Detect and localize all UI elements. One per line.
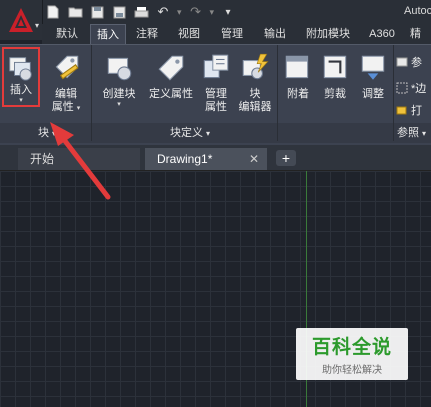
new-drawing-tab-button[interactable]: + — [276, 150, 296, 166]
tab-default[interactable]: 默认 — [42, 24, 92, 44]
watermark-subtitle: 助你轻松解决 — [322, 365, 382, 376]
manage-attributes-button[interactable]: 管理 属性 — [199, 45, 233, 119]
define-attribute-button[interactable]: 定义属性 — [146, 45, 196, 119]
save-as-icon[interactable] — [110, 3, 128, 21]
panel-title-reference[interactable]: 参照 ▾ — [392, 125, 431, 141]
define-attribute-label: 定义属性 — [149, 88, 193, 100]
create-block-label: 创建块 — [102, 88, 136, 100]
undo-dropdown-icon[interactable]: ▾ — [176, 7, 183, 18]
edit-attribute-icon — [55, 55, 79, 80]
insert-label: 插入 — [10, 84, 32, 96]
app-title: Autoc — [404, 5, 431, 17]
panel-separator — [277, 45, 278, 141]
adjust-icon — [361, 55, 385, 80]
adjust-label: 调整 — [362, 88, 384, 100]
redo-icon[interactable]: ↷ — [187, 3, 205, 21]
tab-drawing1[interactable]: Drawing1* ✕ — [145, 148, 267, 170]
attach-icon — [285, 55, 309, 79]
create-block-dropdown-icon: ▾ — [117, 101, 121, 108]
save-icon[interactable] — [88, 3, 106, 21]
title-bar: ↶ ▾ ↷ ▾ ▾ Autoc — [0, 0, 431, 24]
block-editor-label: 块编辑器 — [238, 88, 272, 113]
panel-separator — [91, 45, 92, 141]
document-tabs: 开始 Drawing1* ✕ + — [0, 145, 431, 171]
watermark-title: 百科全说 — [311, 337, 392, 358]
tab-start[interactable]: 开始 — [18, 148, 140, 170]
tab-manage[interactable]: 管理 — [214, 24, 250, 44]
print-icon[interactable] — [132, 3, 150, 21]
reference-side-item-3[interactable]: 打 — [396, 101, 422, 119]
close-icon[interactable]: ✕ — [249, 148, 259, 170]
manage-attributes-label: 管理 属性 — [205, 88, 227, 113]
panel-title-block-definition[interactable]: 块定义 ▾ — [130, 125, 250, 141]
insert-block-icon — [9, 57, 32, 81]
tab-featured[interactable]: 精 — [410, 24, 431, 44]
edit-attribute-button[interactable]: 编辑 属性 ▾ — [46, 45, 86, 119]
undo-icon[interactable]: ↶ — [154, 3, 172, 21]
tab-insert[interactable]: 插入 — [90, 24, 126, 44]
app-menu-arrow-icon: ▾ — [34, 21, 39, 30]
open-folder-icon[interactable] — [66, 3, 84, 21]
panel-title-block[interactable]: 块 ▾ — [22, 125, 72, 141]
clip-label: 剪裁 — [324, 88, 346, 100]
frame-icon — [396, 82, 408, 94]
block-editor-button[interactable]: 块编辑器 — [235, 45, 275, 119]
new-file-icon[interactable] — [44, 3, 62, 21]
manage-attributes-icon — [203, 54, 229, 79]
create-block-button[interactable]: 创建块 ▾ — [97, 45, 141, 119]
adjust-button[interactable]: 调整 — [356, 45, 390, 119]
autocad-logo-icon — [9, 8, 33, 32]
autocad-window: ↶ ▾ ↷ ▾ ▾ Autoc ▾ 默认 插入 注释 视图 管理 输出 附加模块… — [0, 0, 431, 407]
watermark-badge: 百科全说 助你轻松解决 — [296, 328, 408, 380]
define-attribute-icon — [158, 55, 184, 81]
block-editor-icon — [242, 53, 269, 80]
redo-dropdown-icon[interactable]: ▾ — [209, 7, 216, 18]
reference-side-item-1[interactable]: 参 — [396, 53, 422, 71]
insert-block-button[interactable]: 插入 ▾ — [2, 47, 40, 107]
application-menu-button[interactable]: ▾ — [0, 0, 43, 40]
tab-addins[interactable]: 附加模块 — [298, 24, 358, 44]
ribbon-tabs: 默认 插入 注释 视图 管理 输出 附加模块 A360 精 — [42, 24, 431, 44]
reference-side-item-2[interactable]: *边 — [396, 79, 426, 97]
tab-view[interactable]: 视图 — [172, 24, 206, 44]
clip-button[interactable]: 剪裁 — [318, 45, 352, 119]
tab-annotate[interactable]: 注释 — [130, 24, 164, 44]
quick-access-toolbar: ↶ ▾ ↷ ▾ ▾ — [44, 2, 237, 22]
reference-icon — [396, 57, 408, 67]
create-block-icon — [107, 57, 132, 81]
attach-button[interactable]: 附着 — [282, 45, 314, 119]
insert-dropdown-icon: ▾ — [19, 97, 23, 104]
underlay-icon — [396, 106, 407, 115]
attach-label: 附着 — [287, 88, 309, 100]
tab-a360[interactable]: A360 — [362, 24, 402, 44]
workspace-dropdown-icon[interactable]: ▾ — [219, 3, 237, 21]
edit-attribute-label: 编辑 属性 ▾ — [51, 88, 81, 113]
clip-icon — [323, 55, 347, 79]
ribbon-panel: 插入 ▾ 编辑 属性 ▾ 创建块 ▾ 定义属性 管理 属性 块 编辑器 附着 剪… — [0, 44, 431, 145]
tab-output[interactable]: 输出 — [258, 24, 292, 44]
